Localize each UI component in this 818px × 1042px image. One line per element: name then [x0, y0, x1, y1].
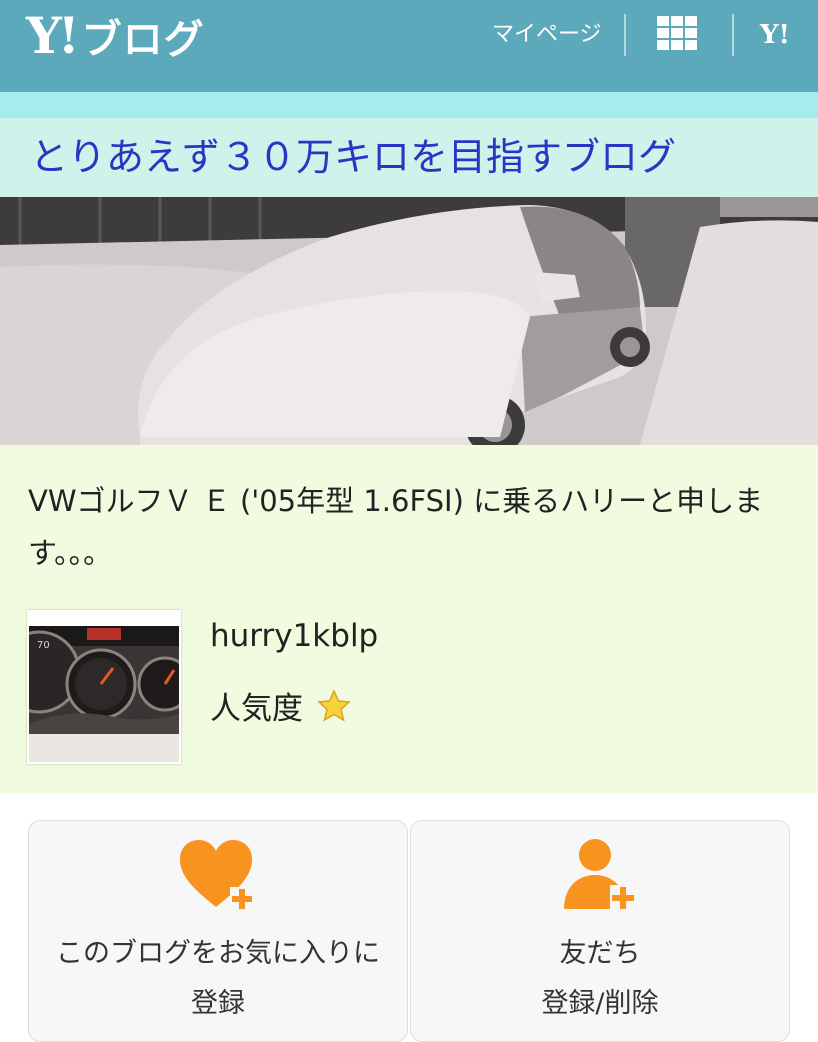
- popularity-label: 人気度: [210, 691, 303, 727]
- logo-blog-text: ブログ: [81, 17, 205, 63]
- star-icon: [317, 688, 351, 722]
- dashboard-gauges-image: 70: [29, 626, 179, 762]
- site-header: Y! ブログ マイページ Y!: [0, 0, 818, 92]
- action-cards: このブログをお気に入りに登録 友だち 登録/削除: [0, 793, 818, 1042]
- blog-header-image: [0, 197, 818, 445]
- yahoo-blog-logo[interactable]: Y! ブログ: [26, 6, 205, 66]
- snow-covered-car-image: [0, 197, 818, 445]
- profile-avatar[interactable]: 70: [27, 610, 181, 764]
- popularity-rating: 人気度: [210, 683, 351, 728]
- header-accent-strip: [0, 92, 818, 118]
- blog-description: VWゴルフＶ Ｅ ('05年型 1.6FSI) に乗るハリーと申します。。。: [28, 484, 764, 570]
- header-divider: [732, 14, 734, 56]
- profile-section: VWゴルフＶ Ｅ ('05年型 1.6FSI) に乗るハリーと申します。。。 7…: [0, 445, 818, 793]
- person-plus-icon: [564, 839, 636, 911]
- header-divider: [624, 14, 626, 56]
- favorite-label-text: このブログをお気に入りに登録: [56, 938, 380, 1019]
- heart-plus-icon: [180, 840, 254, 911]
- apps-grid-icon[interactable]: [657, 16, 697, 52]
- friend-label: 友だち 登録/削除: [541, 938, 659, 1019]
- blog-title[interactable]: とりあえず３０万キロを目指すブログ: [30, 132, 676, 182]
- username[interactable]: hurry1kblp: [210, 618, 378, 654]
- yahoo-logo-mark: Y!: [26, 6, 80, 65]
- friend-button[interactable]: 友だち 登録/削除: [410, 820, 790, 1042]
- mypage-link[interactable]: マイページ: [492, 18, 602, 52]
- svg-text:70: 70: [37, 640, 50, 651]
- favorite-label: このブログをお気に入りに登録: [29, 929, 407, 1029]
- blog-title-bar: とりあえず３０万キロを目指すブログ: [0, 118, 818, 197]
- yahoo-home-icon[interactable]: Y!: [760, 18, 790, 52]
- add-favorite-button[interactable]: このブログをお気に入りに登録: [28, 820, 408, 1042]
